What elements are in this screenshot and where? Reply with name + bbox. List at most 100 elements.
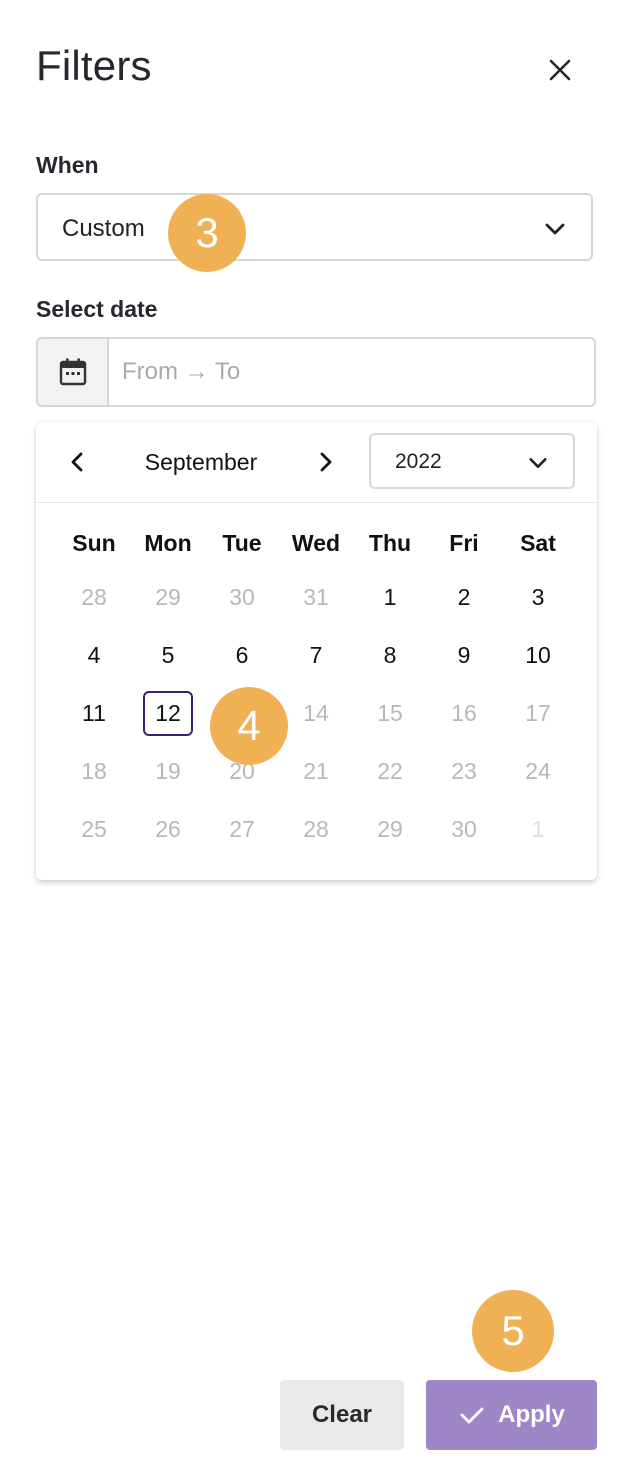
apply-button[interactable]: Apply xyxy=(426,1380,597,1450)
calendar-day-number: 10 xyxy=(525,641,551,668)
calendar-day[interactable]: 27 xyxy=(205,800,279,858)
calendar-week-row: 11121314151617 xyxy=(57,684,575,742)
calendar-day[interactable]: 18 xyxy=(57,742,131,800)
calendar-day-number: 1 xyxy=(383,583,397,610)
calendar-day[interactable]: 14 xyxy=(279,684,353,742)
calendar-day[interactable]: 24 xyxy=(501,742,575,800)
calendar-day-number: 4 xyxy=(87,641,101,668)
calendar-day-number: 19 xyxy=(155,757,181,784)
calendar-day-number: 15 xyxy=(377,699,403,726)
weekday-label: Wed xyxy=(291,529,341,556)
calendar-day-number: 9 xyxy=(457,641,471,668)
date-range-field[interactable] xyxy=(36,337,596,407)
calendar-grid: Sun Mon Tue Wed Thu Fri Sat 28 29 30 31 1 2 3 4 5 6 7 8 9 10… xyxy=(57,518,575,858)
month-label: September xyxy=(144,449,258,475)
weekday-label: Sun xyxy=(72,529,116,556)
calendar-day-number: 8 xyxy=(383,641,397,668)
calendar-day-today[interactable]: 12 xyxy=(131,684,205,742)
calendar-day[interactable]: 21 xyxy=(279,742,353,800)
next-month-button[interactable] xyxy=(309,446,341,478)
clear-button[interactable]: Clear xyxy=(280,1380,404,1450)
weekday-label: Thu xyxy=(368,529,412,556)
calendar-day-number: 27 xyxy=(229,815,255,842)
calendar-day[interactable]: 30 xyxy=(427,800,501,858)
year-select-value: 2022 xyxy=(395,450,442,473)
chevron-down-icon xyxy=(545,223,565,235)
calendar-icon xyxy=(59,358,86,386)
weekday-label: Fri xyxy=(449,529,479,556)
calendar-day[interactable]: 22 xyxy=(353,742,427,800)
apply-button-label: Apply xyxy=(498,1401,565,1428)
calendar-day[interactable]: 3 xyxy=(501,568,575,626)
calendar-day[interactable]: 7 xyxy=(279,626,353,684)
calendar-day-number: 14 xyxy=(303,699,329,726)
calendar-day-number: 17 xyxy=(525,699,551,726)
calendar-day[interactable]: 31 xyxy=(279,568,353,626)
calendar-day-number: 11 xyxy=(82,699,106,726)
calendar-day-number: 1 xyxy=(531,815,545,842)
date-picker-popup: September 2022 Sun Mon Tue Wed Thu Fri Sat 28 29… xyxy=(36,422,597,880)
calendar-day-number: 30 xyxy=(451,815,477,842)
calendar-day[interactable]: 23 xyxy=(427,742,501,800)
calendar-day[interactable]: 26 xyxy=(131,800,205,858)
calendar-day-number: 22 xyxy=(377,757,403,784)
chevron-right-icon xyxy=(320,452,332,472)
prev-month-button[interactable] xyxy=(62,446,94,478)
calendar-day-number: 25 xyxy=(81,815,107,842)
calendar-week-row: 25 26 27 28 29 30 1 xyxy=(57,800,575,858)
step-badge-5: 5 xyxy=(472,1290,554,1372)
weekday-label: Sat xyxy=(520,529,556,556)
calendar-day[interactable]: 30 xyxy=(205,568,279,626)
calendar-day[interactable]: 25 xyxy=(57,800,131,858)
calendar-day[interactable]: 15 xyxy=(353,684,427,742)
calendar-addon[interactable] xyxy=(38,339,109,405)
clear-button-label: Clear xyxy=(311,1401,373,1428)
close-button[interactable] xyxy=(540,50,580,90)
calendar-day[interactable]: 29 xyxy=(131,568,205,626)
calendar-day[interactable]: 4 xyxy=(57,626,131,684)
calendar-day[interactable]: 19 xyxy=(131,742,205,800)
date-range-input[interactable] xyxy=(122,339,582,405)
calendar-day[interactable]: 29 xyxy=(353,800,427,858)
calendar-day-number: 16 xyxy=(451,699,477,726)
calendar-day-number: 26 xyxy=(155,815,181,842)
calendar-day[interactable]: 28 xyxy=(279,800,353,858)
calendar-day[interactable]: 8 xyxy=(353,626,427,684)
calendar-day-number: 23 xyxy=(451,757,477,784)
when-label: When xyxy=(36,152,99,178)
chevron-left-icon xyxy=(71,452,83,472)
calendar-day-number: 29 xyxy=(155,583,181,610)
step-badge-4: 4 xyxy=(210,687,288,765)
calendar-day[interactable]: 10 xyxy=(501,626,575,684)
calendar-day[interactable]: 16 xyxy=(427,684,501,742)
calendar-day-number: 7 xyxy=(309,641,323,668)
calendar-day[interactable]: 17 xyxy=(501,684,575,742)
calendar-day-number: 29 xyxy=(377,815,403,842)
calendar-day[interactable]: 6 xyxy=(205,626,279,684)
calendar-day-number: 24 xyxy=(525,757,551,784)
when-select[interactable]: Custom xyxy=(36,193,593,261)
calendar-day-number: 6 xyxy=(235,641,249,668)
calendar-day[interactable]: 2 xyxy=(427,568,501,626)
calendar-day[interactable]: 1 xyxy=(501,800,575,858)
year-select[interactable]: 2022 xyxy=(369,433,575,489)
calendar-day-number: 28 xyxy=(303,815,329,842)
close-icon xyxy=(549,59,571,81)
calendar-day-number: 18 xyxy=(81,757,107,784)
weekday-label: Tue xyxy=(222,529,262,556)
calendar-header: September 2022 xyxy=(36,422,597,503)
calendar-week-row: 28 29 30 31 1 2 3 xyxy=(57,568,575,626)
calendar-day-number: 28 xyxy=(81,583,107,610)
calendar-day-number: 12 xyxy=(143,690,193,736)
panel-title: Filters xyxy=(36,42,152,89)
check-icon xyxy=(458,1401,486,1429)
calendar-day[interactable]: 1 xyxy=(353,568,427,626)
calendar-day[interactable]: 11 xyxy=(57,684,131,742)
select-date-label: Select date xyxy=(36,296,158,322)
when-select-value: Custom xyxy=(62,215,145,242)
calendar-day[interactable]: 9 xyxy=(427,626,501,684)
calendar-day-number: 3 xyxy=(531,583,545,610)
calendar-day[interactable]: 5 xyxy=(131,626,205,684)
calendar-day[interactable]: 28 xyxy=(57,568,131,626)
weekday-header-row: Sun Mon Tue Wed Thu Fri Sat xyxy=(57,518,575,568)
